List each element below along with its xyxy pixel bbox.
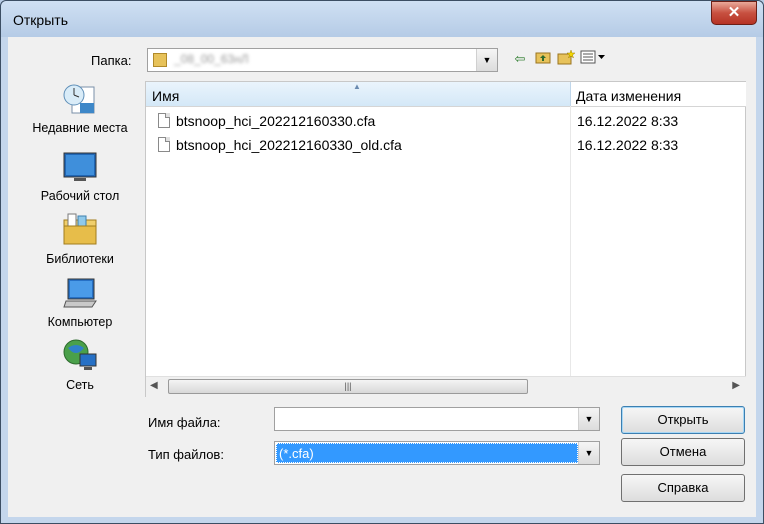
place-libraries[interactable]: Библиотеки <box>18 212 142 266</box>
close-button[interactable]: ✕ <box>711 1 757 25</box>
file-icon <box>158 113 170 128</box>
folder-combo[interactable]: _08_00_63нЛ ▼ <box>147 48 498 72</box>
libraries-icon <box>62 212 98 248</box>
title-bar: Открыть ✕ <box>1 1 763 37</box>
folder-icon <box>153 53 167 67</box>
places-bar: Недавние места Рабочий стол Библиотеки К… <box>18 81 142 403</box>
file-name: btsnoop_hci_202212160330_old.cfa <box>176 137 402 153</box>
scroll-right-icon[interactable]: ▶ <box>732 380 740 391</box>
filetype-select[interactable]: (*.cfa) ▼ <box>274 441 600 465</box>
horizontal-scrollbar[interactable]: ◀ ||| ▶ <box>146 376 746 397</box>
folder-name: _08_00_63нЛ <box>174 52 249 66</box>
file-date: 16.12.2022 8:33 <box>577 113 679 129</box>
filetype-value: (*.cfa) <box>276 443 578 463</box>
desktop-icon <box>62 149 98 185</box>
filename-input[interactable] <box>277 410 579 427</box>
open-file-dialog: Открыть ✕ Папка: _08_00_63нЛ ▼ ⇦ Недавни… <box>0 0 764 524</box>
column-header-date[interactable]: Дата изменения <box>576 88 681 104</box>
place-label: Недавние места <box>32 121 128 135</box>
close-icon: ✕ <box>727 4 741 21</box>
dialog-client-area: Папка: _08_00_63нЛ ▼ ⇦ Недавние места Ра… <box>8 37 756 517</box>
back-arrow-icon[interactable]: ⇦ <box>512 49 528 69</box>
sort-up-icon: ▲ <box>353 82 361 91</box>
network-icon <box>62 338 98 374</box>
place-label: Сеть <box>66 378 94 392</box>
filename-label: Имя файла: <box>148 415 221 430</box>
column-header-name[interactable]: Имя ▲ <box>146 82 571 106</box>
file-list: Имя ▲ Дата изменения btsnoop_hci_2022121… <box>145 81 746 397</box>
file-date: 16.12.2022 8:33 <box>577 137 679 153</box>
view-menu-icon[interactable] <box>579 49 609 69</box>
chevron-down-icon[interactable]: ▼ <box>578 442 599 464</box>
new-folder-icon[interactable] <box>557 49 576 69</box>
recent-places-icon <box>62 81 98 117</box>
file-name: btsnoop_hci_202212160330.cfa <box>176 113 376 129</box>
place-network[interactable]: Сеть <box>18 338 142 392</box>
filetype-label: Тип файлов: <box>148 447 224 462</box>
file-icon <box>158 137 170 152</box>
place-recent[interactable]: Недавние места <box>18 81 142 135</box>
place-label: Библиотеки <box>46 252 114 266</box>
place-label: Рабочий стол <box>40 189 120 203</box>
help-button[interactable]: Справка <box>621 474 745 502</box>
column-header-row: Имя ▲ Дата изменения <box>146 82 746 107</box>
chevron-down-icon[interactable]: ▼ <box>476 49 497 71</box>
place-computer[interactable]: Компьютер <box>18 275 142 329</box>
open-button[interactable]: Открыть <box>621 406 745 434</box>
scroll-left-icon[interactable]: ◀ <box>150 380 158 391</box>
window-title: Открыть <box>13 12 68 28</box>
cancel-button[interactable]: Отмена <box>621 438 745 466</box>
file-row[interactable]: btsnoop_hci_202212160330_old.cfa 16.12.2… <box>146 135 746 157</box>
chevron-down-icon[interactable]: ▼ <box>578 408 599 430</box>
scroll-thumb[interactable]: ||| <box>168 379 528 394</box>
filename-field[interactable]: ▼ <box>274 407 600 431</box>
place-desktop[interactable]: Рабочий стол <box>18 149 142 203</box>
place-label: Компьютер <box>47 315 113 329</box>
column-name-label: Имя <box>152 88 180 104</box>
file-row[interactable]: btsnoop_hci_202212160330.cfa 16.12.2022 … <box>146 111 746 133</box>
computer-icon <box>62 275 98 311</box>
folder-label: Папка: <box>91 53 132 68</box>
folder-up-icon[interactable] <box>534 49 552 69</box>
